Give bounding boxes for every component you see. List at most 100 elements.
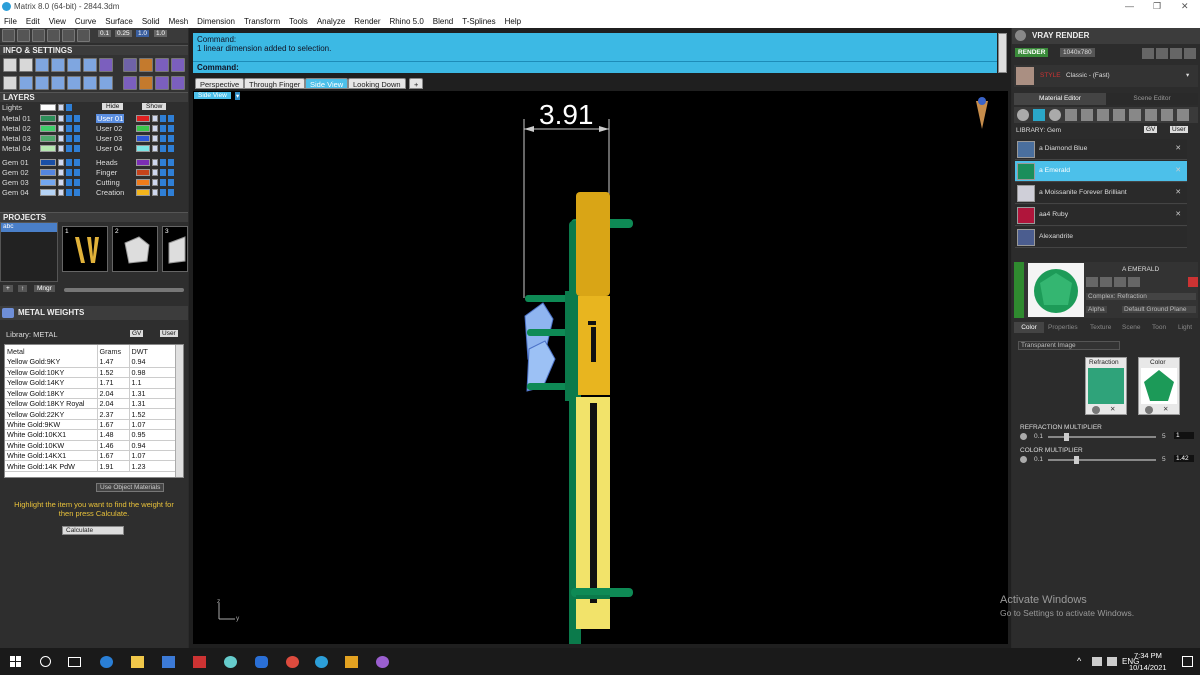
app-icon[interactable]: [193, 656, 206, 668]
layer-visible-icon[interactable]: [168, 189, 174, 196]
table-row[interactable]: White Gold:14KX1 1.67 1.07: [5, 450, 180, 462]
tab-texture[interactable]: Texture: [1090, 322, 1111, 333]
user-button[interactable]: User: [160, 330, 178, 337]
material-option-icon[interactable]: [1128, 277, 1140, 287]
tab-through-finger[interactable]: Through Finger: [244, 78, 306, 89]
layer-row[interactable]: Gem 01: [2, 158, 94, 167]
menu-dimension[interactable]: Dimension: [197, 17, 235, 26]
settings-icon[interactable]: [3, 58, 17, 72]
snap-value-1[interactable]: 0.1: [98, 30, 112, 37]
layer-visible-icon[interactable]: [168, 169, 174, 176]
gem-tool-icon[interactable]: [123, 58, 137, 72]
material-option-icon[interactable]: [1114, 277, 1126, 287]
layer-row[interactable]: Heads: [96, 158, 186, 167]
layer-visible-icon[interactable]: [66, 145, 72, 152]
layer-row[interactable]: Finger: [96, 168, 186, 177]
refraction-multiplier-slider[interactable]: 0.1 5 1: [1018, 432, 1196, 442]
minimize-button[interactable]: —: [1125, 1, 1134, 11]
render-option-icon[interactable]: [1184, 48, 1196, 59]
layer-row[interactable]: User 01: [96, 114, 186, 123]
project-thumbnail[interactable]: 1: [62, 226, 108, 272]
layer-tool-icon[interactable]: [51, 58, 65, 72]
layer-visible-icon[interactable]: [66, 189, 72, 196]
material-tool-icon[interactable]: [1097, 109, 1109, 121]
layer-visible-icon[interactable]: [160, 125, 166, 132]
layer-row[interactable]: Gem 03: [2, 178, 94, 187]
app-icon[interactable]: [162, 656, 175, 668]
layer-visible-icon[interactable]: [160, 169, 166, 176]
layer-color-swatch[interactable]: [40, 104, 56, 111]
layer-row[interactable]: Cutting: [96, 178, 186, 187]
layer-visible-icon[interactable]: [74, 169, 80, 176]
menu-surface[interactable]: Surface: [105, 17, 133, 26]
layer-color-swatch[interactable]: [136, 159, 150, 166]
menu-curve[interactable]: Curve: [75, 17, 96, 26]
layer-visible-icon[interactable]: [74, 125, 80, 132]
gem-tool-icon[interactable]: [155, 76, 169, 90]
layer-show-button[interactable]: Show: [142, 103, 167, 110]
layer-visible-icon[interactable]: [74, 189, 80, 196]
layer-lock-icon[interactable]: [58, 125, 64, 132]
layer-visible-icon[interactable]: [168, 125, 174, 132]
layer-visible-icon[interactable]: [160, 159, 166, 166]
layer-visible-icon[interactable]: [74, 135, 80, 142]
add-view-tab-button[interactable]: +: [409, 78, 423, 89]
material-tool-icon[interactable]: [1145, 109, 1157, 121]
layer-color-swatch[interactable]: [40, 179, 56, 186]
gem-tool-icon[interactable]: [139, 76, 153, 90]
object-tool-icon[interactable]: [35, 76, 49, 90]
material-tool-icon[interactable]: [1113, 109, 1125, 121]
render-option-icon[interactable]: [1156, 48, 1168, 59]
layer-color-swatch[interactable]: [40, 115, 56, 122]
use-object-materials-button[interactable]: Use Object Materials: [96, 483, 165, 492]
transparent-image-dropdown[interactable]: Transparent Image: [1018, 341, 1120, 350]
render-button[interactable]: RENDER: [1015, 48, 1049, 57]
resolution-field[interactable]: 1040x780: [1060, 48, 1095, 57]
layer-color-swatch[interactable]: [40, 169, 56, 176]
projects-scrollbar[interactable]: [64, 288, 184, 292]
menu-blend[interactable]: Blend: [433, 17, 453, 26]
table-row[interactable]: Yellow Gold:22KY 2.37 1.52: [5, 408, 180, 420]
snap-value-2[interactable]: 0.25: [115, 30, 132, 37]
app-icon[interactable]: [224, 656, 237, 668]
refraction-edit-icon[interactable]: [1092, 406, 1100, 414]
table-row[interactable]: Yellow Gold:18KY 2.04 1.31: [5, 388, 180, 400]
layer-visible-icon[interactable]: [74, 159, 80, 166]
layer-lock-icon[interactable]: [58, 135, 64, 142]
object-tool-icon[interactable]: [19, 76, 33, 90]
tray-chevron-icon[interactable]: ^: [1077, 656, 1081, 666]
layer-color-swatch[interactable]: [136, 115, 150, 122]
tab-scene-editor[interactable]: Scene Editor: [1106, 93, 1198, 105]
tab-light[interactable]: Light: [1178, 322, 1192, 333]
color-edit-icon[interactable]: [1145, 406, 1153, 414]
reset-icon[interactable]: [1188, 277, 1198, 287]
layer-lock-icon[interactable]: [58, 115, 64, 122]
layer-visible-icon[interactable]: [74, 115, 80, 122]
style-selector[interactable]: STYLE Classic - (Fast) ▾: [1014, 65, 1198, 87]
layer-visible-icon[interactable]: [66, 115, 72, 122]
material-item[interactable]: a Emerald ✕: [1015, 161, 1187, 182]
material-item[interactable]: a Moissanite Forever Brilliant ✕: [1015, 183, 1187, 204]
close-icon[interactable]: ✕: [1175, 188, 1181, 196]
search-icon[interactable]: [19, 58, 33, 72]
layer-color-swatch[interactable]: [136, 125, 150, 132]
layer-color-swatch[interactable]: [136, 169, 150, 176]
material-item[interactable]: a Diamond Blue ✕: [1015, 139, 1187, 160]
layer-visible-icon[interactable]: [160, 145, 166, 152]
layer-lock-icon[interactable]: [58, 179, 64, 186]
gv-button[interactable]: GV: [1144, 126, 1158, 133]
layer-row[interactable]: Metal 01: [2, 114, 94, 123]
material-tool-icon[interactable]: [1049, 109, 1061, 121]
tab-properties[interactable]: Properties: [1048, 322, 1078, 333]
project-thumbnail[interactable]: 3: [162, 226, 188, 272]
viewport[interactable]: Side View ▾ 3.91 z y: [193, 91, 1008, 644]
material-item[interactable]: aa4 Ruby ✕: [1015, 205, 1187, 226]
layer-visible-icon[interactable]: [168, 115, 174, 122]
menu-solid[interactable]: Solid: [142, 17, 160, 26]
table-row[interactable]: Yellow Gold:9KY 1.47 0.94: [5, 357, 180, 368]
gem-tool-icon[interactable]: [155, 58, 169, 72]
material-tool-icon[interactable]: [1161, 109, 1173, 121]
grid-icon[interactable]: [3, 76, 17, 90]
dimension-label[interactable]: 3.91: [539, 99, 594, 131]
layer-row[interactable]: Metal 04: [2, 144, 94, 153]
